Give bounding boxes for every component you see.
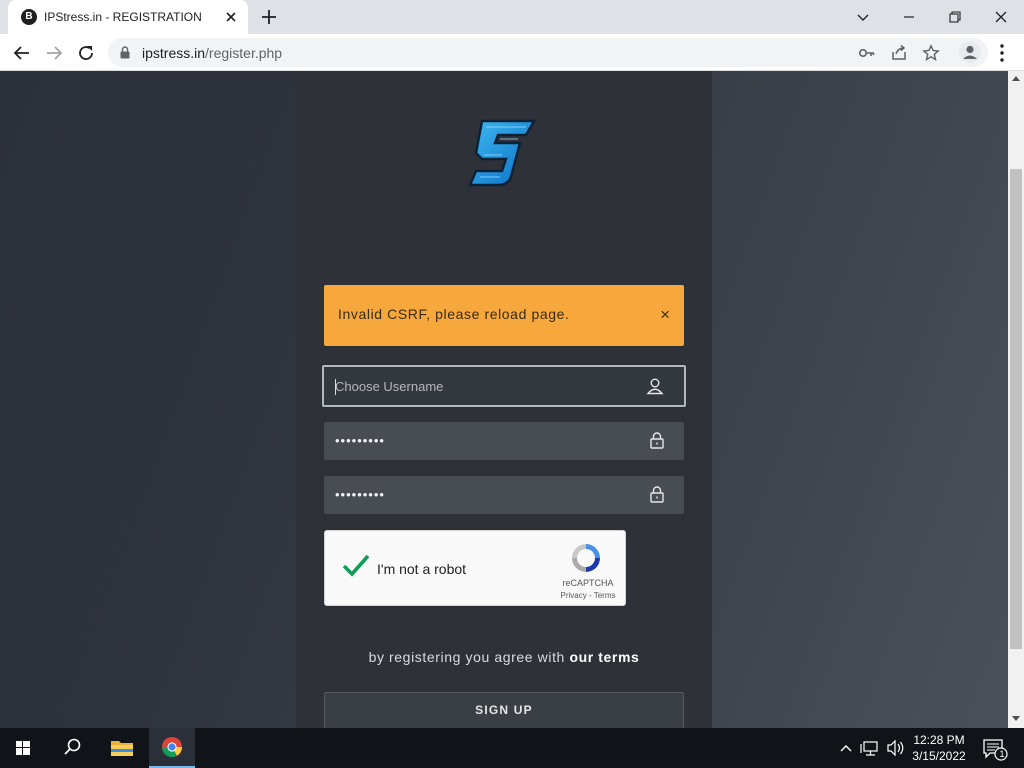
- text-caret: [335, 379, 336, 395]
- password-input[interactable]: •••••••••: [335, 434, 385, 448]
- tab-strip: B IPStress.in - REGISTRATION: [0, 0, 1024, 34]
- confirm-password-input[interactable]: •••••••••: [335, 488, 385, 502]
- recaptcha-logo-icon: [572, 544, 600, 572]
- username-field[interactable]: [322, 365, 686, 407]
- clock-time: 12:28 PM: [913, 733, 965, 747]
- windows-start-icon[interactable]: [0, 728, 46, 768]
- terms-link[interactable]: our terms: [569, 649, 639, 665]
- page-scrollbar[interactable]: [1008, 71, 1024, 728]
- url-text: ipstress.in/register.php: [142, 45, 283, 61]
- forward-icon[interactable]: [40, 39, 68, 67]
- lock-icon: [120, 46, 130, 59]
- tray-clock[interactable]: 12:28 PM 3/15/2022: [906, 732, 972, 764]
- volume-icon[interactable]: [884, 728, 908, 768]
- clock-date: 3/15/2022: [912, 749, 966, 763]
- password-field[interactable]: •••••••••: [324, 422, 684, 460]
- restore-icon[interactable]: [932, 0, 978, 34]
- notification-count-badge: 1: [999, 749, 1005, 759]
- tray-chevron-icon[interactable]: [834, 728, 858, 768]
- address-bar[interactable]: ipstress.in/register.php: [108, 38, 988, 67]
- lock-icon: [650, 486, 664, 503]
- user-icon: [646, 378, 664, 395]
- scroll-up-icon[interactable]: [1012, 76, 1020, 81]
- browser-tab[interactable]: B IPStress.in - REGISTRATION: [8, 0, 248, 34]
- key-icon[interactable]: [858, 44, 876, 62]
- back-icon[interactable]: [8, 39, 36, 67]
- share-icon[interactable]: [890, 44, 908, 62]
- alert-close-icon[interactable]: ×: [660, 306, 670, 323]
- new-tab-button[interactable]: [258, 6, 280, 28]
- bookmark-star-icon[interactable]: [922, 44, 940, 62]
- page-viewport: Invalid CSRF, please reload page. × ••••…: [0, 71, 1008, 728]
- recaptcha-links[interactable]: Privacy - Terms: [555, 591, 621, 600]
- error-alert: Invalid CSRF, please reload page. ×: [324, 285, 684, 346]
- browser-menu-icon[interactable]: [996, 42, 1008, 64]
- recaptcha-widget: I'm not a robot reCAPTCHA Privacy - Term…: [324, 530, 626, 606]
- close-window-icon[interactable]: [978, 0, 1024, 34]
- file-explorer-icon[interactable]: [99, 728, 145, 768]
- terms-notice: by registering you agree with our terms: [296, 649, 712, 665]
- registration-panel: Invalid CSRF, please reload page. × ••••…: [296, 71, 712, 728]
- tab-title: IPStress.in - REGISTRATION: [44, 10, 202, 24]
- scroll-down-icon[interactable]: [1012, 716, 1020, 721]
- reload-icon[interactable]: [72, 39, 100, 67]
- signup-button[interactable]: SIGN UP: [324, 692, 684, 728]
- browser-toolbar: ipstress.in/register.php: [0, 34, 1024, 71]
- recaptcha-brand: reCAPTCHA: [562, 578, 614, 588]
- lock-icon: [650, 432, 664, 449]
- profile-avatar-icon[interactable]: [959, 41, 981, 63]
- tab-search-icon[interactable]: [840, 0, 886, 34]
- notification-center-icon[interactable]: 1: [978, 728, 1024, 768]
- recaptcha-checkmark-icon[interactable]: [341, 553, 371, 579]
- search-icon[interactable]: [49, 728, 95, 768]
- recaptcha-label: I'm not a robot: [377, 561, 467, 577]
- confirm-password-field[interactable]: •••••••••: [324, 476, 684, 514]
- favicon-icon: B: [21, 9, 37, 25]
- close-tab-icon[interactable]: [222, 8, 240, 26]
- site-logo: [468, 119, 538, 189]
- minimize-icon[interactable]: [886, 0, 932, 34]
- alert-message: Invalid CSRF, please reload page.: [338, 306, 570, 322]
- username-input[interactable]: [335, 367, 635, 405]
- chrome-taskbar-icon[interactable]: [149, 728, 195, 768]
- windows-taskbar: 12:28 PM 3/15/2022 1: [0, 728, 1024, 768]
- network-icon[interactable]: [858, 728, 884, 768]
- terms-prefix: by registering you agree with: [368, 649, 570, 665]
- scroll-thumb[interactable]: [1010, 169, 1022, 649]
